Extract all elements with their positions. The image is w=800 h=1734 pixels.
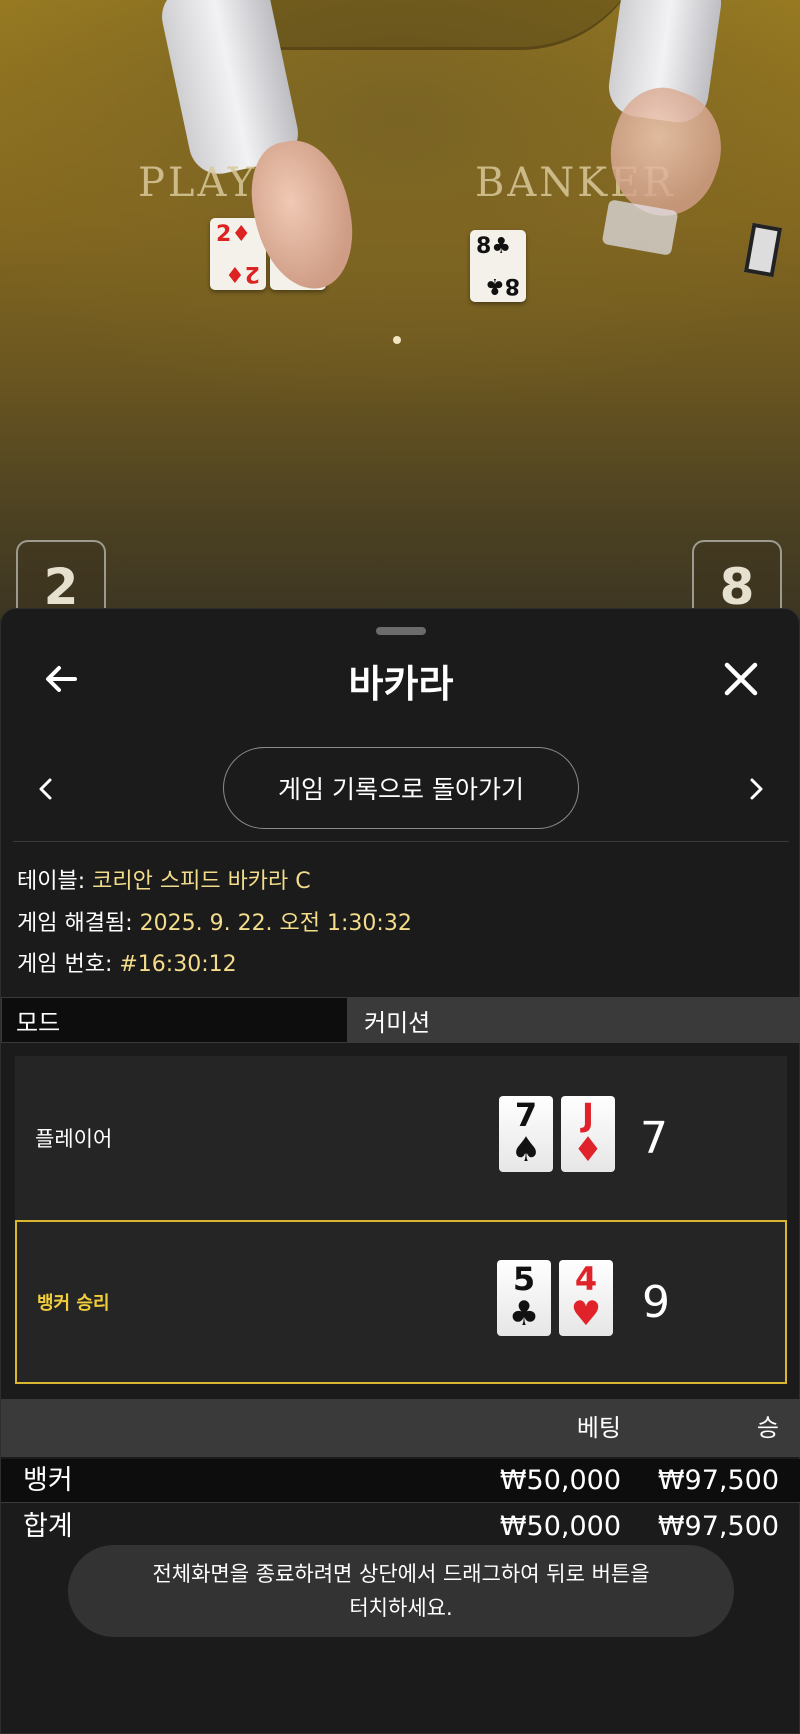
- banker-result-row: 뱅커 승리 5 ♣ 4 ♥ 9: [15, 1220, 787, 1384]
- win-column-header: 승: [756, 1414, 779, 1442]
- heart-icon: ♥: [570, 1294, 602, 1334]
- resolved-info: 게임 해결됨: 2025. 9. 22. 오전 1:30:32: [17, 905, 412, 937]
- banker-win-label: 뱅커 승리: [37, 1293, 110, 1314]
- playing-card: 7 ♠: [499, 1096, 553, 1172]
- toast-line-1: 전체화면을 종료하려면 상단에서 드래그하여 뒤로 버튼을: [152, 1562, 650, 1586]
- table-info-label: 테이블:: [17, 869, 93, 894]
- table-info-value: 코리안 스피드 바카라 C: [92, 869, 311, 894]
- playing-card: J ♦: [561, 1096, 615, 1172]
- banker-total: 9: [642, 1276, 670, 1328]
- table-card: 8♣ 8♣: [470, 230, 526, 302]
- player-result-label: 플레이어: [35, 1127, 113, 1151]
- live-video[interactable]: PLAYER BANKER 2♦ 2♦ 2♦ 8♣ 8♣ 2 8: [0, 0, 800, 620]
- bet-row-label: 뱅커: [23, 1465, 73, 1496]
- diamond-icon: ♦: [572, 1130, 604, 1170]
- game-number-label: 게임 번호:: [17, 952, 120, 977]
- resolved-info-label: 게임 해결됨:: [17, 911, 140, 936]
- total-label: 합계: [23, 1511, 73, 1542]
- card-shoe: [743, 222, 783, 278]
- player-result-row: 플레이어 7 ♠ J ♦ 7: [15, 1056, 787, 1220]
- chevron-left-icon[interactable]: [31, 774, 61, 804]
- table-row: 뱅커 ₩50,000 ₩97,500: [1, 1459, 800, 1503]
- table-marker: [393, 336, 401, 344]
- playing-card: 4 ♥: [559, 1260, 613, 1336]
- bet-column-header: 베팅: [576, 1414, 621, 1442]
- bet-row-win: ₩97,500: [657, 1465, 779, 1496]
- toast-line-2: 터치하세요.: [349, 1596, 453, 1620]
- resolved-info-value: 2025. 9. 22. 오전 1:30:32: [139, 911, 412, 936]
- table-info: 테이블: 코리안 스피드 바카라 C: [17, 863, 311, 895]
- mode-label: 모드: [1, 997, 348, 1043]
- divider: [13, 841, 789, 842]
- player-total: 7: [640, 1112, 668, 1164]
- fullscreen-toast: 전체화면을 종료하려면 상단에서 드래그하여 뒤로 버튼을 터치하세요.: [68, 1545, 734, 1637]
- total-bet: ₩50,000: [499, 1511, 621, 1542]
- playing-card: 5 ♣: [497, 1260, 551, 1336]
- total-row: 합계 ₩50,000 ₩97,500: [1, 1505, 800, 1549]
- chevron-right-icon[interactable]: [741, 774, 771, 804]
- club-icon: ♣: [508, 1294, 540, 1334]
- spade-icon: ♠: [510, 1130, 542, 1170]
- sheet-drag-handle[interactable]: [376, 627, 426, 635]
- mode-value: 커미션: [348, 997, 800, 1043]
- mode-row: 모드 커미션: [1, 997, 800, 1043]
- total-win: ₩97,500: [657, 1511, 779, 1542]
- game-number-info: 게임 번호: #16:30:12: [17, 946, 237, 978]
- arrow-left-icon[interactable]: [41, 659, 81, 699]
- back-to-history-button[interactable]: 게임 기록으로 돌아가기: [223, 747, 579, 829]
- page-title: 바카라: [348, 662, 454, 706]
- close-icon[interactable]: [721, 659, 761, 699]
- game-history-sheet: 바카라 게임 기록으로 돌아가기 테이블: 코리안 스피드 바카라 C 게임 해…: [0, 608, 800, 1734]
- game-number-value: #16:30:12: [119, 952, 237, 977]
- bet-row-amount: ₩50,000: [499, 1465, 621, 1496]
- bets-table-header: 베팅 승: [1, 1399, 800, 1457]
